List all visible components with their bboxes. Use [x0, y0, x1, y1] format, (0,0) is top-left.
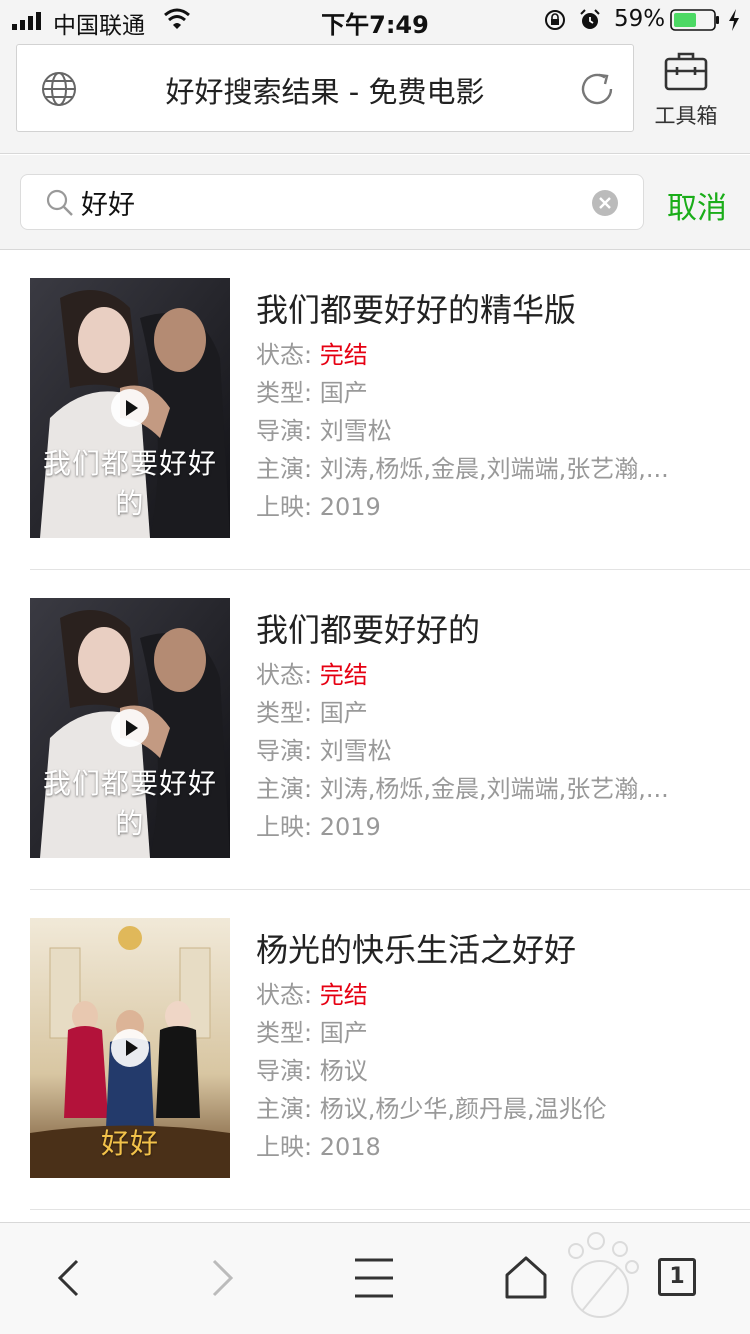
toolbox-button[interactable]: 工具箱 — [646, 46, 726, 132]
genre-value: 国产 — [319, 699, 368, 727]
reload-icon[interactable] — [577, 69, 617, 109]
alarm-icon — [580, 9, 600, 29]
results-list: 我们都要好好的 我们都要好好的精华版 状态: 完结 类型: 国产 导演: 刘雪松… — [0, 250, 750, 1210]
search-input[interactable] — [81, 183, 581, 221]
cast-row: 主演: 杨议,杨少华,颜丹晨,温兆伦 — [256, 1090, 746, 1128]
director-label: 导演: — [256, 1057, 313, 1085]
director-label: 导演: — [256, 737, 313, 765]
search-row: 取消 — [0, 155, 750, 250]
status-value: 完结 — [319, 661, 368, 689]
status-label: 状态: — [256, 981, 313, 1009]
paw-icon — [568, 1232, 639, 1318]
status-label: 状态: — [256, 341, 313, 369]
result-item[interactable]: 我们都要好好的 我们都要好好的 状态: 完结 类型: 国产 导演: 刘雪松 主演… — [30, 570, 750, 890]
cast-row: 主演: 刘涛,杨烁,金晨,刘端端,张艺瀚,... — [256, 770, 746, 808]
status-value: 完结 — [319, 341, 368, 369]
toolbox-label: 工具箱 — [654, 104, 718, 128]
poster-caption: 我们都要好好的 — [42, 447, 217, 520]
genre-row: 类型: 国产 — [256, 694, 746, 732]
cast-value: 刘涛,杨烁,金晨,刘端端,张艺瀚,... — [319, 455, 669, 483]
result-info: 我们都要好好的精华版 状态: 完结 类型: 国产 导演: 刘雪松 主演: 刘涛,… — [256, 290, 746, 526]
genre-row: 类型: 国产 — [256, 374, 746, 412]
result-item[interactable]: 好好 杨光的快乐生活之好好 状态: 完结 类型: 国产 导演: 杨议 主演: 杨… — [30, 890, 750, 1210]
search-icon — [46, 189, 73, 216]
search-box[interactable] — [20, 174, 644, 230]
tab-count-button[interactable]: 1 — [658, 1258, 696, 1296]
battery-icon — [670, 9, 719, 31]
cast-label: 主演: — [256, 455, 313, 483]
poster-caption: 我们都要好好的 — [42, 767, 217, 840]
director-label: 导演: — [256, 417, 313, 445]
browser-header: 好好搜索结果 - 免费电影 工具箱 — [0, 40, 750, 154]
cast-value: 杨议,杨少华,颜丹晨,温兆伦 — [319, 1095, 607, 1123]
release-value: 2019 — [319, 493, 381, 521]
cancel-button[interactable]: 取消 — [650, 183, 744, 227]
menu-icon[interactable] — [349, 1253, 399, 1303]
poster-thumbnail[interactable]: 我们都要好好的 — [30, 598, 230, 858]
result-title[interactable]: 我们都要好好的 — [256, 610, 746, 650]
genre-label: 类型: — [256, 379, 313, 407]
director-row: 导演: 刘雪松 — [256, 412, 746, 450]
play-icon[interactable] — [110, 708, 150, 748]
status-bar: 中国联通 下午7:49 59% — [0, 0, 750, 40]
genre-value: 国产 — [319, 1019, 368, 1047]
poster-caption: 好好 — [100, 1127, 159, 1160]
charging-icon — [729, 9, 739, 31]
genre-label: 类型: — [256, 1019, 313, 1047]
play-icon[interactable] — [110, 1028, 150, 1068]
result-info: 杨光的快乐生活之好好 状态: 完结 类型: 国产 导演: 杨议 主演: 杨议,杨… — [256, 930, 746, 1166]
release-value: 2019 — [319, 813, 381, 841]
director-value: 刘雪松 — [319, 737, 392, 765]
release-row: 上映: 2018 — [256, 1128, 746, 1166]
back-icon[interactable] — [44, 1253, 94, 1303]
result-item[interactable]: 我们都要好好的 我们都要好好的精华版 状态: 完结 类型: 国产 导演: 刘雪松… — [30, 250, 750, 570]
home-icon[interactable] — [501, 1253, 551, 1303]
genre-value: 国产 — [319, 379, 368, 407]
release-row: 上映: 2019 — [256, 488, 746, 526]
result-title[interactable]: 杨光的快乐生活之好好 — [256, 930, 746, 970]
result-title[interactable]: 我们都要好好的精华版 — [256, 290, 746, 330]
poster-thumbnail[interactable]: 我们都要好好的 — [30, 278, 230, 538]
rotation-lock-icon — [545, 10, 565, 30]
director-value: 刘雪松 — [319, 417, 392, 445]
release-label: 上映: — [256, 813, 313, 841]
director-row: 导演: 刘雪松 — [256, 732, 746, 770]
release-value: 2018 — [319, 1133, 381, 1161]
release-label: 上映: — [256, 493, 313, 521]
page-title: 好好搜索结果 - 免费电影 — [165, 75, 485, 109]
battery-percentage: 59% — [614, 6, 666, 32]
status-row: 状态: 完结 — [256, 656, 746, 694]
release-label: 上映: — [256, 1133, 313, 1161]
bottom-toolbar: 1 — [0, 1222, 750, 1334]
clear-icon[interactable] — [591, 189, 619, 217]
result-info: 我们都要好好的 状态: 完结 类型: 国产 导演: 刘雪松 主演: 刘涛,杨烁,… — [256, 610, 746, 846]
cast-label: 主演: — [256, 1095, 313, 1123]
status-row: 状态: 完结 — [256, 336, 746, 374]
cast-value: 刘涛,杨烁,金晨,刘端端,张艺瀚,... — [319, 775, 669, 803]
director-value: 杨议 — [319, 1057, 368, 1085]
status-value: 完结 — [319, 981, 368, 1009]
play-icon[interactable] — [110, 388, 150, 428]
status-row: 状态: 完结 — [256, 976, 746, 1014]
cast-row: 主演: 刘涛,杨烁,金晨,刘端端,张艺瀚,... — [256, 450, 746, 488]
address-bar[interactable]: 好好搜索结果 - 免费电影 — [16, 44, 634, 132]
globe-icon — [42, 72, 76, 106]
cast-label: 主演: — [256, 775, 313, 803]
release-row: 上映: 2019 — [256, 808, 746, 846]
toolbox-icon — [664, 52, 708, 91]
forward-icon[interactable] — [197, 1253, 247, 1303]
genre-label: 类型: — [256, 699, 313, 727]
status-label: 状态: — [256, 661, 313, 689]
director-row: 导演: 杨议 — [256, 1052, 746, 1090]
genre-row: 类型: 国产 — [256, 1014, 746, 1052]
poster-thumbnail[interactable]: 好好 — [30, 918, 230, 1178]
